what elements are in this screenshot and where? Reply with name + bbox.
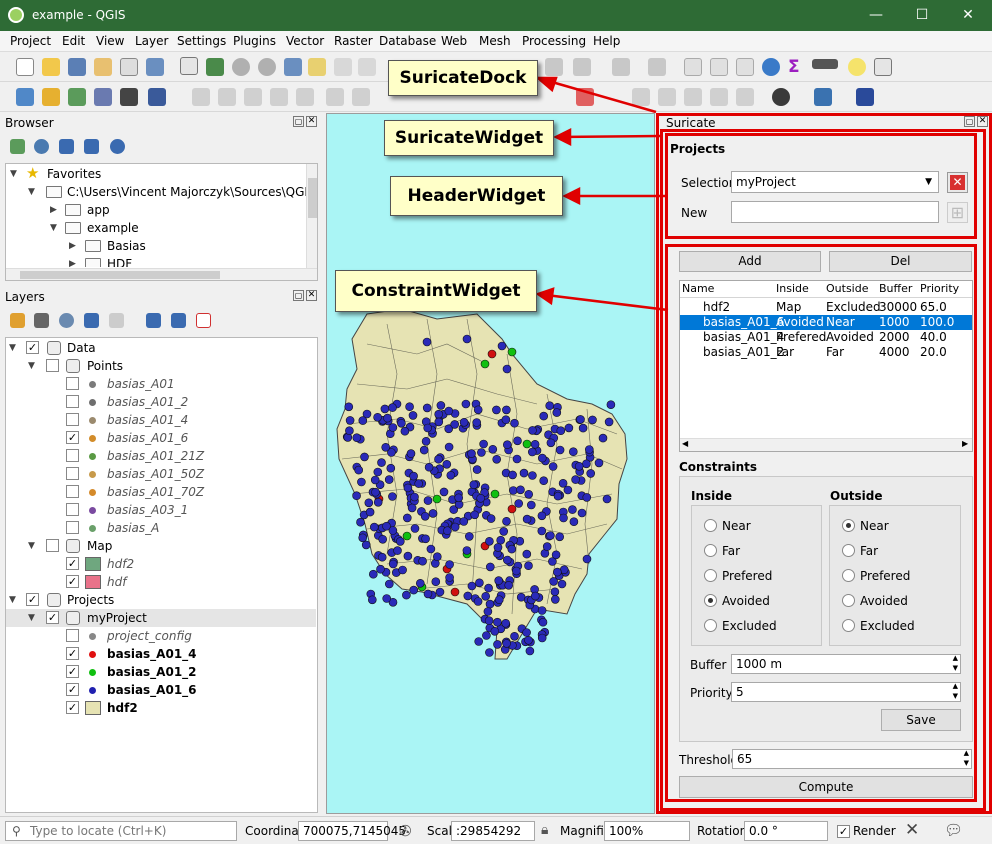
arrow-widget [555, 134, 661, 139]
rotation-spinbox[interactable]: 0.0 ° [744, 821, 828, 841]
search-icon: ⚲ [12, 824, 21, 838]
crs-icon[interactable]: ✕ [905, 820, 919, 840]
callout-header-widget: HeaderWidget [390, 176, 563, 216]
locate-search-input[interactable]: ⚲ Type to locate (Ctrl+K) [5, 821, 237, 841]
scale-combobox[interactable]: :29854292 [451, 821, 535, 841]
coordinate-field[interactable]: 700075,7145045 [298, 821, 406, 841]
magnifier-spinbox[interactable]: 100% [604, 821, 690, 841]
arrow-dock-head [534, 76, 558, 93]
toggle-extents-icon[interactable]: ✇ [399, 822, 412, 840]
callout-suricate-widget: SuricateWidget [384, 120, 554, 156]
render-label: Render [853, 824, 896, 838]
rotation-label: Rotation [697, 824, 748, 838]
arrow-constraint-head [535, 287, 555, 306]
arrow-constraint [537, 292, 669, 312]
callout-suricate-dock: SuricateDock [388, 60, 538, 96]
arrow-widget-head [553, 127, 572, 147]
status-bar: ⚲ Type to locate (Ctrl+K) Coordinate 700… [0, 816, 992, 844]
lock-icon[interactable]: 🔒︎ [541, 822, 548, 838]
messages-icon[interactable]: 💬︎ [944, 821, 963, 839]
arrow-header-head [562, 186, 581, 206]
render-checkbox[interactable]: ✓ [837, 825, 850, 838]
callout-constraint-widget: ConstraintWidget [335, 270, 537, 312]
arrow-dock [537, 76, 657, 114]
